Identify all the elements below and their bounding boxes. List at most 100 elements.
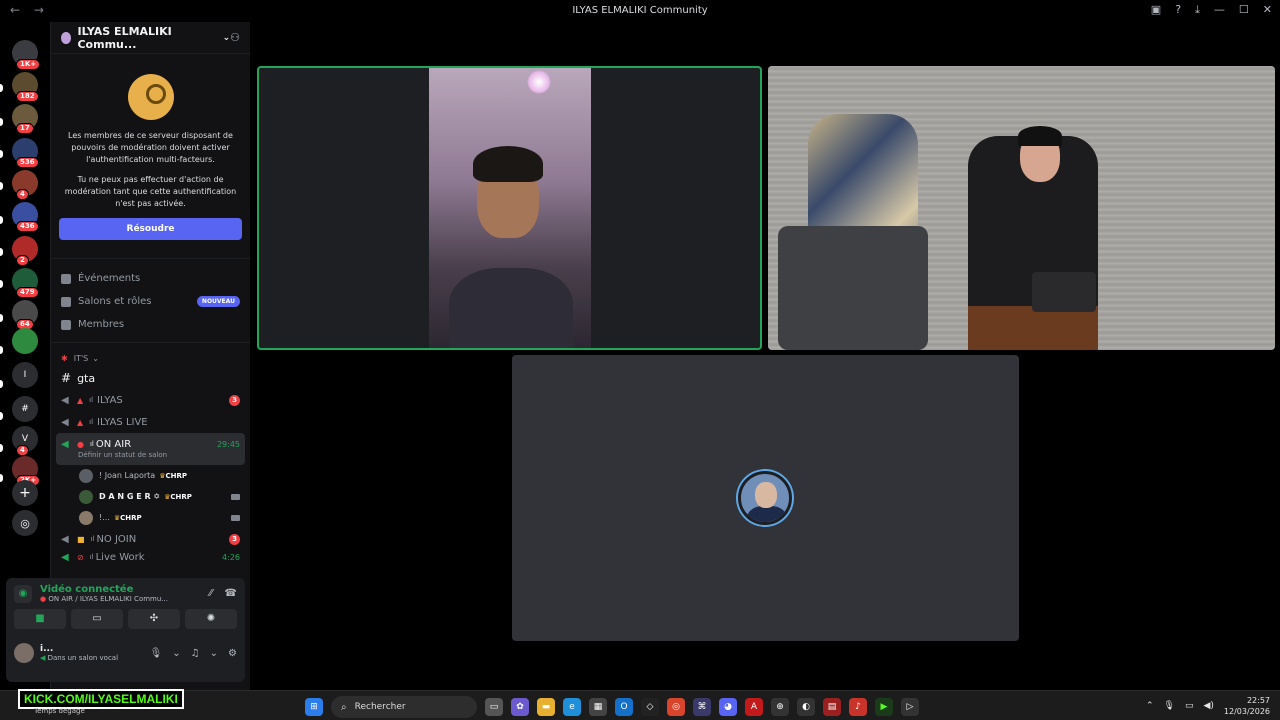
server-icon[interactable]: 1K+ [12,40,41,70]
server-icon[interactable] [12,328,38,354]
weather-text[interactable]: Temps dégagé [34,707,85,715]
server-icon[interactable]: 17 [12,104,38,134]
video-feed [429,68,591,348]
member-tag: CHRP [165,471,187,480]
unread-pill [0,118,3,126]
soundboard-button[interactable]: ✺ [185,609,237,629]
windows-start-icon[interactable]: ⊞ [305,698,323,716]
channel-on-air-label: ON AIR [95,438,132,450]
kick-banner: KICK.COM/ILYASELMALIKI [18,689,184,709]
server-icon[interactable]: 2K+ [12,456,41,486]
disconnect-icon[interactable]: ☎ [225,588,237,599]
add-server-icon[interactable]: + [12,480,38,506]
search-box[interactable]: ⌕ Rechercher [331,696,477,718]
video-tile-2[interactable] [768,66,1275,350]
resolve-button[interactable]: Résoudre [59,218,242,240]
calendar-icon [61,273,71,284]
new-badge: NOUVEAU [196,296,240,307]
channel-live-work[interactable]: ◀ ⊘ ıl Live Work 4:26 [51,550,250,564]
microphone-icon[interactable]: 🎙 [1164,701,1175,711]
server-icon[interactable]: 436 [12,202,39,232]
member-tag: CHRP [120,513,142,522]
chevron-down-icon[interactable]: ⌄ [172,648,180,659]
add-member-icon[interactable]: ⚇ [230,31,240,44]
help-icon[interactable]: ? [1175,3,1181,17]
acrobat-icon[interactable]: A [745,698,763,716]
server-icon[interactable]: # [12,396,38,422]
capcut-icon[interactable]: ◇ [641,698,659,716]
search-label: Rechercher [354,702,406,712]
chevron-up-icon[interactable]: ⌃ [1146,701,1154,711]
menu-events[interactable]: Événements [51,267,250,290]
kick-app-icon[interactable]: ▶ [875,698,893,716]
app-icon[interactable]: ♪ [849,698,867,716]
channel-on-air[interactable]: ◀ ● ıl ON AIR 29:45 Définir un statut de… [56,433,245,465]
network-icon[interactable]: ▭ [1185,701,1194,711]
clock[interactable]: 22:57 12/03/2026 [1224,695,1270,717]
activities-button[interactable]: ✣ [128,609,180,629]
server-icon[interactable]: 536 [12,138,39,168]
download-icon[interactable]: ⤓ [1195,3,1200,17]
category-its[interactable]: ✱ IT'S ⌄ [51,349,250,367]
server-icon[interactable]: 479 [12,268,39,298]
voice-location[interactable]: ● ON AIR / ILYAS ELMALIKI Commu... [40,595,168,603]
unread-pill [0,314,3,322]
file-explorer-icon[interactable]: ▬ [537,698,555,716]
store-icon[interactable]: ▦ [589,698,607,716]
channel-ilyas-live[interactable]: ◀ ▲ ıl ILYAS LIVE [51,411,250,433]
speaker-icon: ◀ [61,439,69,450]
discord-icon[interactable]: ◕ [719,698,737,716]
voice-member[interactable]: !... ♛CHRP [51,507,250,528]
chrome-icon[interactable]: ◎ [667,698,685,716]
channel-ilyas-live-label: ILYAS LIVE [97,416,148,428]
user-status-text: Dans un salon vocal [47,654,119,662]
discover-icon[interactable]: ◎ [12,510,38,536]
avatar [738,471,792,525]
minimize-icon[interactable]: — [1214,3,1225,17]
screen-share-button[interactable]: ▭ [71,609,123,629]
volume-icon[interactable]: ◀) [1203,701,1213,711]
voice-member[interactable]: D A N G E R ✡︎ ♛CHRP [51,486,250,507]
server-icon[interactable]: 4 [12,170,38,200]
system-tray: ⌃ 🎙 ▭ ◀) 22:57 12/03/2026 [1146,695,1270,717]
menu-channels-roles[interactable]: Salons et rôles NOUVEAU [51,290,250,313]
server-icon[interactable]: V4 [12,426,38,456]
channel-ilyas[interactable]: ◀ ▲ ıl ILYAS 3 [51,389,250,411]
cap [1018,126,1062,146]
close-icon[interactable]: ✕ [1263,3,1272,17]
media-player-icon[interactable]: ▷ [901,698,919,716]
app-icon[interactable]: ▤ [823,698,841,716]
gamepad-icon[interactable]: ⌘ [693,698,711,716]
app-icon[interactable]: ◐ [797,698,815,716]
maximize-icon[interactable]: ☐ [1239,3,1249,17]
chevron-down-icon: ⌄ [222,32,231,43]
copilot-icon[interactable]: ✿ [511,698,529,716]
app-icon[interactable]: ⊕ [771,698,789,716]
voice-member[interactable]: ! Joan Laporta ♛CHRP [51,465,250,486]
server-icon[interactable]: I [12,362,38,388]
server-icon[interactable]: 2 [12,236,38,266]
outlook-icon[interactable]: O [615,698,633,716]
task-view-icon[interactable]: ▭ [485,698,503,716]
menu-members[interactable]: Membres [51,313,250,336]
server-header[interactable]: ILYAS ELMALIKI Commu... ⌄ ⚇ [51,22,250,54]
noise-suppression-icon[interactable]: ⁄⁄ [209,588,212,599]
camera-button[interactable]: ■ [14,609,66,629]
gear-icon[interactable]: ⚙ [228,648,237,659]
avatar[interactable] [14,643,34,663]
member-name: D A N G E R ✡︎ [99,492,161,501]
menu-members-label: Membres [78,319,125,330]
server-icon[interactable]: 64 [12,300,38,330]
video-tile-3[interactable] [512,355,1019,641]
headphones-icon[interactable]: ♫ [191,648,200,659]
video-tile-1[interactable] [257,66,762,350]
server-icon[interactable]: 182 [12,72,39,102]
channel-status[interactable]: Définir un statut de salon [61,451,240,459]
channel-gta[interactable]: # gta [51,367,250,389]
microphone-icon[interactable]: 🎙 [150,648,163,659]
channel-no-join[interactable]: ◀ ■ ıl NO JOIN 3 [51,528,250,550]
chevron-down-icon[interactable]: ⌄ [210,648,218,659]
inbox-icon[interactable]: ▣ [1151,3,1161,17]
signal-icon[interactable]: ◉ [14,584,32,603]
edge-icon[interactable]: e [563,698,581,716]
